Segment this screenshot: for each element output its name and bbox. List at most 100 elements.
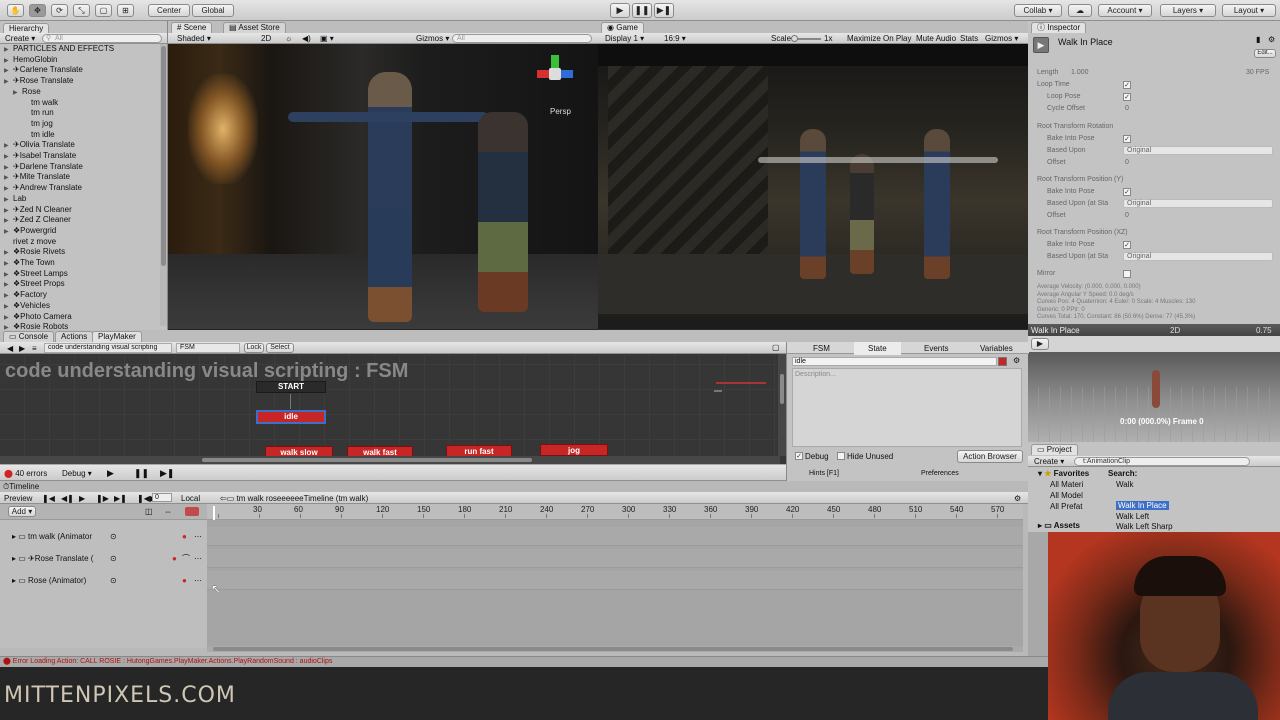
hierarchy-item[interactable]: rivet z move	[4, 237, 56, 248]
play-button[interactable]: ▶	[610, 3, 630, 18]
transform-tool-button[interactable]: ⊞	[117, 4, 134, 17]
mirror-checkbox[interactable]	[1123, 270, 1131, 278]
record-dot-icon[interactable]: ●	[172, 549, 177, 568]
fsm-owner-dropdown[interactable]: code understanding visual scripting	[44, 343, 172, 353]
tab-fsm[interactable]: FSM	[813, 344, 830, 353]
hierarchy-item[interactable]: tm jog	[22, 119, 53, 130]
tl-track-header[interactable]: ▸ ▭ Rose (Animator) ⊙ ● ⋯	[12, 571, 207, 590]
step-button[interactable]: ▶❚	[654, 3, 674, 18]
fsm-dropdown[interactable]: FSM	[176, 343, 240, 353]
audio-icon[interactable]: ◀)	[302, 34, 311, 43]
target-icon[interactable]: ⊙	[110, 527, 117, 546]
tab-inspector[interactable]: ⓘ Inspector	[1031, 22, 1087, 33]
hand-tool-button[interactable]: ✋	[7, 4, 24, 17]
result-item[interactable]: Walk	[1116, 480, 1133, 489]
tab-variables[interactable]: Variables	[980, 344, 1013, 353]
shading-mode-dropdown[interactable]: Shaded ▾	[177, 34, 211, 43]
expand-arrow-icon[interactable]: ▶	[4, 323, 13, 330]
scene-gizmo-axes[interactable]	[533, 52, 578, 97]
edit-button[interactable]: Edit...	[1254, 49, 1276, 58]
tl-clip-mode-icon[interactable]: ⇔	[164, 507, 172, 516]
fsm-step-button[interactable]: ▶❚	[160, 468, 174, 479]
tl-prev-frame-button[interactable]: ◀❚	[61, 494, 74, 503]
pause-button[interactable]: ❚❚	[632, 3, 652, 18]
recent-icon[interactable]: ≡	[32, 344, 37, 353]
hierarchy-create-button[interactable]: Create ▾	[5, 34, 35, 43]
preview-2d-toggle[interactable]: 2D	[1170, 326, 1180, 335]
preview-speed[interactable]: 0.75	[1256, 326, 1272, 335]
tl-local-toggle[interactable]: Local	[181, 494, 200, 503]
minimap[interactable]	[710, 376, 770, 398]
tl-next-frame-button[interactable]: ❚▶	[96, 494, 109, 503]
record-dot-icon[interactable]: ●	[182, 527, 187, 546]
cloud-button[interactable]: ☁	[1068, 4, 1092, 17]
result-item[interactable]: Walk Left	[1116, 512, 1149, 521]
timeline-preview-toggle[interactable]: Preview	[4, 494, 32, 503]
scene-2d-toggle[interactable]: 2D	[261, 34, 271, 43]
curve-icon[interactable]: ⌒	[182, 549, 190, 568]
tab-events[interactable]: Events	[924, 344, 948, 353]
tl-track-lane[interactable]	[207, 549, 1023, 568]
scene-viewport[interactable]: Persp	[168, 44, 598, 329]
state-name-field[interactable]: idle	[792, 357, 997, 366]
track-menu-icon[interactable]: ⋯	[194, 571, 202, 590]
canvas-vscroll[interactable]	[778, 354, 786, 456]
select-button[interactable]: Select	[266, 343, 294, 353]
tl-track-lane[interactable]	[207, 527, 1023, 546]
layers-button[interactable]: Layers ▾	[1160, 4, 1216, 17]
tl-hscroll[interactable]	[207, 646, 1023, 652]
state-color-swatch[interactable]	[998, 357, 1007, 366]
description-field[interactable]: Description...	[792, 368, 1022, 447]
debug-dropdown[interactable]: Debug ▾	[62, 469, 92, 478]
graph-options-icon[interactable]: ▢	[772, 343, 780, 352]
mute-audio-toggle[interactable]: Mute Audio	[916, 34, 956, 43]
stats-toggle[interactable]: Stats	[960, 34, 978, 43]
aspect-dropdown[interactable]: 16:9 ▾	[664, 34, 686, 43]
layout-button[interactable]: Layout ▾	[1222, 4, 1276, 17]
project-create-button[interactable]: Create ▾	[1034, 457, 1064, 466]
debug-checkbox[interactable]: ✓	[795, 452, 803, 460]
target-icon[interactable]: ⊙	[110, 549, 117, 568]
account-button[interactable]: Account ▾	[1098, 4, 1152, 17]
tab-timeline[interactable]: ⏱Timeline	[3, 482, 39, 492]
tab-asset-store[interactable]: ▤ Asset Store	[223, 22, 286, 33]
tl-edit-mode-icon[interactable]: ◫	[145, 507, 153, 516]
hierarchy-item[interactable]: tm run	[22, 108, 54, 119]
action-browser-button[interactable]: Action Browser	[957, 450, 1023, 463]
track-menu-icon[interactable]: ⋯	[194, 527, 202, 546]
hscroll-thumb[interactable]	[202, 458, 532, 462]
project-search-input[interactable]: t:AnimationClip	[1074, 457, 1250, 466]
preview-play-button[interactable]: ▶	[1031, 338, 1049, 350]
hints-link[interactable]: Hints [F1]	[809, 470, 839, 477]
favorite-item[interactable]: All Model	[1050, 491, 1083, 500]
lighting-icon[interactable]: ☼	[285, 34, 292, 43]
tab-project[interactable]: ▭ Project	[1031, 444, 1078, 455]
game-gizmos-dropdown[interactable]: Gizmos ▾	[985, 34, 1018, 43]
tab-actions[interactable]: Actions	[55, 331, 94, 342]
result-item[interactable]: Walk Left Sharp	[1116, 522, 1173, 531]
cycle-offset-value[interactable]: 0	[1125, 105, 1129, 112]
xz-based-upon-dropdown[interactable]: Original	[1123, 252, 1273, 261]
target-icon[interactable]: ⊙	[110, 571, 117, 590]
y-offset-value[interactable]: 0	[1125, 212, 1129, 219]
preview-viewport[interactable]: 0:00 (000.0%) Frame 0	[1028, 352, 1280, 442]
vscroll-thumb[interactable]	[780, 374, 784, 404]
loop-pose-checkbox[interactable]: ✓	[1123, 93, 1131, 101]
hierarchy-search-input[interactable]: ⚲ All	[42, 34, 162, 43]
tl-track-lane[interactable]	[207, 571, 1023, 590]
record-dot-icon[interactable]: ●	[182, 571, 187, 590]
tl-ruler[interactable]	[207, 504, 1023, 520]
expand-arrow-icon[interactable]: ▶	[13, 88, 22, 99]
tl-track-header[interactable]: ▸ ▭ tm walk (Animator ⊙ ● ⋯	[12, 527, 207, 546]
tl-track-header[interactable]: ▸ ▭ ✈Rose Translate ( ⊙ ● ⌒ ⋯	[12, 549, 207, 568]
slider-thumb[interactable]	[791, 35, 798, 42]
hierarchy-item[interactable]: tm idle	[22, 130, 55, 141]
fsm-pause-button[interactable]: ❚❚	[134, 468, 149, 479]
result-item-selected[interactable]: Walk In Place	[1116, 501, 1169, 510]
tl-record-icon[interactable]	[185, 507, 199, 516]
favorite-item[interactable]: All Materi	[1050, 480, 1083, 489]
loop-time-checkbox[interactable]: ✓	[1123, 81, 1131, 89]
tl-last-frame-button[interactable]: ▶❚	[114, 494, 127, 503]
tab-scene[interactable]: # Scene	[171, 22, 213, 33]
effects-icon[interactable]: ▣ ▾	[320, 34, 334, 43]
